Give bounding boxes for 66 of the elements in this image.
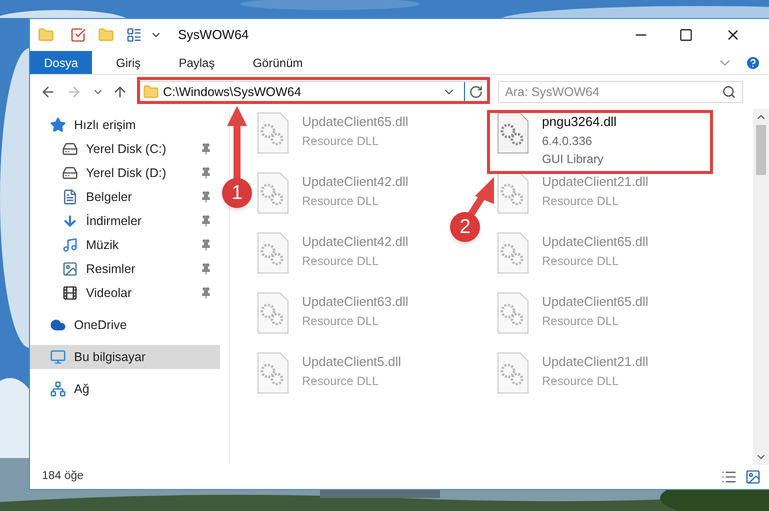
sidebar-item[interactable]: İndirmeler [30, 209, 220, 233]
cloud-icon [50, 317, 66, 333]
help-icon[interactable] [745, 54, 761, 70]
file-icon [256, 232, 290, 274]
window-title: SysWOW64 [178, 26, 249, 44]
file-detail: Resource DLL [302, 252, 379, 270]
document-icon [62, 189, 78, 205]
ribbon-tab[interactable]: Görünüm [238, 51, 317, 74]
large-icons-view-icon[interactable] [745, 469, 761, 485]
file-icon [496, 232, 530, 274]
sidebar-item[interactable]: Ağ [30, 377, 220, 401]
film-icon [62, 285, 78, 301]
sidebar-item[interactable]: Bu bilgisayar [30, 345, 220, 369]
back-icon[interactable] [40, 84, 56, 100]
item-count: 184 öğe [42, 469, 84, 484]
picture-icon [62, 261, 78, 277]
file-detail: Resource DLL [542, 252, 619, 270]
sidebar-item[interactable]: Yerel Disk (C:) [30, 137, 220, 161]
maximize-icon[interactable] [679, 28, 693, 42]
sidebar-item[interactable]: OneDrive [30, 313, 220, 337]
file-detail: Resource DLL [542, 372, 619, 390]
file-icon [496, 292, 530, 334]
music-icon [62, 237, 78, 253]
search-field[interactable]: Ara: SysWOW64 [498, 81, 743, 103]
sidebar-item[interactable]: Resimler [30, 257, 220, 281]
sidebar-item[interactable]: Yerel Disk (D:) [30, 161, 220, 185]
file-detail: 6.4.0.336 [542, 132, 592, 150]
ribbon-tab[interactable]: Paylaş [164, 51, 229, 74]
drive-icon [62, 165, 78, 181]
ribbon-tab[interactable]: Dosya [30, 51, 92, 74]
file-icon [496, 112, 530, 154]
file-detail: GUI Library [542, 150, 604, 168]
view-icon[interactable] [126, 27, 142, 43]
file-icon [256, 112, 290, 154]
file-detail: Resource DLL [302, 372, 379, 390]
properties-icon[interactable] [70, 27, 86, 43]
file-icon [256, 292, 290, 334]
file-detail: Resource DLL [302, 192, 379, 210]
sidebar-item[interactable]: Belgeler [30, 185, 220, 209]
network-icon [50, 381, 66, 397]
file-icon [496, 172, 530, 214]
folder-icon [143, 84, 159, 100]
file-detail: Resource DLL [542, 192, 619, 210]
refresh-icon[interactable] [469, 85, 483, 99]
details-view-icon[interactable] [721, 469, 737, 485]
annotation-arrow [467, 177, 494, 218]
sidebar-item[interactable]: Hızlı erişim [30, 113, 220, 137]
ribbon-tab[interactable]: Giriş [102, 51, 155, 74]
scroll-thumb[interactable] [756, 125, 766, 175]
file-detail: Resource DLL [302, 132, 379, 150]
up-icon[interactable] [112, 84, 128, 100]
sidebar-item[interactable]: Müzik [30, 233, 220, 257]
file-detail: Resource DLL [302, 312, 379, 330]
file-icon [256, 352, 290, 394]
file-name[interactable]: pngu3264.dll [542, 112, 616, 132]
file-detail: Resource DLL [542, 312, 619, 330]
drive-icon [62, 141, 78, 157]
file-icon [256, 172, 290, 214]
star-icon [50, 117, 66, 133]
file-icon [496, 352, 530, 394]
sidebar-item[interactable]: Videolar [30, 281, 220, 305]
monitor-icon [50, 349, 66, 365]
address-field[interactable]: C:\Windows\SysWOW64 [138, 81, 488, 103]
scrollbar[interactable] [753, 109, 769, 465]
download-icon [62, 213, 78, 229]
search-icon [722, 85, 736, 99]
